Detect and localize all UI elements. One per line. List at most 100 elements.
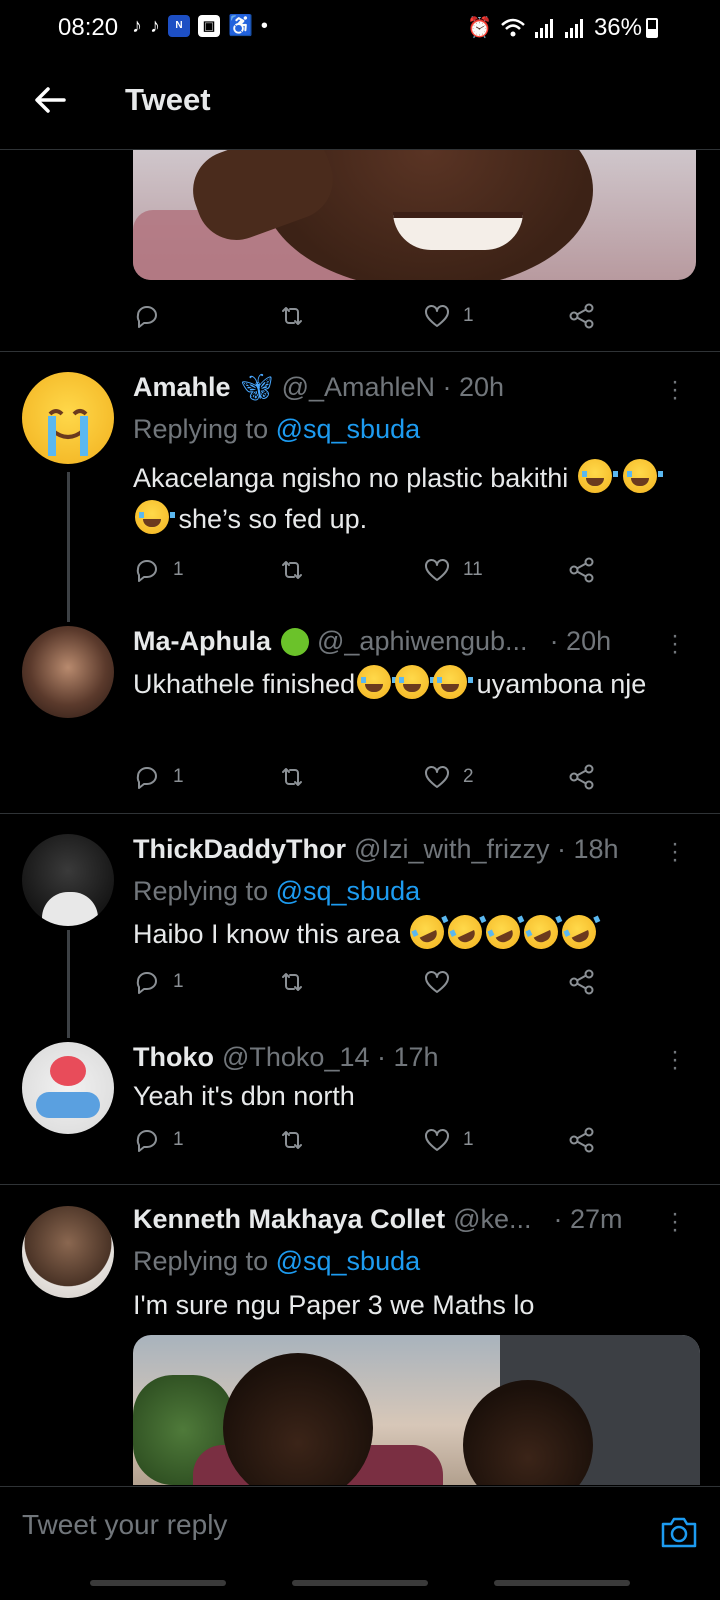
notification-icons: ♪ ♪ N ▣ ♿ •: [132, 14, 268, 38]
reply-icon: [136, 306, 157, 328]
share-button[interactable]: [568, 757, 628, 797]
like-button[interactable]: 1: [423, 296, 568, 336]
tweet-text-part: I'm sure ngu Paper 3 we Maths lo: [133, 1290, 535, 1320]
tweet-header: Thoko @Thoko_14 · 17h: [133, 1042, 660, 1073]
avatar[interactable]: [22, 834, 114, 926]
user-name[interactable]: Ma-Aphula: [133, 626, 271, 657]
top-app-bar: Tweet: [0, 56, 720, 150]
divider: [0, 1184, 720, 1185]
user-handle[interactable]: @ke...: [453, 1204, 531, 1235]
camera-icon[interactable]: [660, 1515, 698, 1549]
accessibility-icon: ♿: [228, 15, 253, 37]
dot-icon: •: [260, 15, 268, 37]
user-name[interactable]: Kenneth Makhaya Collet: [133, 1204, 445, 1235]
user-handle-time[interactable]: @Thoko_14 · 17h: [222, 1042, 439, 1073]
tweet-time: · 20h: [549, 626, 612, 656]
signal-icon: [564, 19, 583, 38]
rofl-emoji-icon: [518, 909, 564, 955]
tweet-media-image[interactable]: [133, 150, 696, 280]
tweet-media-image[interactable]: [133, 1335, 700, 1485]
tweet-text-part: uyambona nje: [476, 669, 647, 699]
tweet-text: I'm sure ngu Paper 3 we Maths lo: [133, 1285, 680, 1326]
share-icon: [569, 303, 594, 329]
page-title: Tweet: [125, 82, 211, 117]
image-shape: [42, 892, 98, 926]
like-button[interactable]: 11: [423, 550, 568, 590]
heart-icon: [425, 971, 449, 993]
replying-to: Replying to @sq_sbuda: [133, 414, 420, 445]
back-arrow-icon[interactable]: [30, 80, 70, 120]
user-handle-time[interactable]: @_AmahleN · 20h: [282, 372, 505, 403]
reply-count: 1: [173, 766, 184, 787]
signal-icon: [534, 19, 553, 38]
gallery-app-icon: ▣: [198, 15, 220, 37]
retweet-button[interactable]: [278, 550, 423, 590]
tweet-text: Haibo I know this area: [133, 909, 680, 955]
user-name[interactable]: ThickDaddyThor: [133, 834, 346, 865]
more-options-icon[interactable]: · · ·: [670, 624, 680, 664]
replying-handle[interactable]: @sq_sbuda: [276, 876, 421, 906]
like-button[interactable]: 1: [423, 1120, 568, 1160]
user-name[interactable]: Thoko: [133, 1042, 214, 1073]
crying-emoji-icon: [623, 459, 664, 493]
share-button[interactable]: [568, 962, 628, 1002]
replying-label: Replying to: [133, 1246, 269, 1276]
share-button[interactable]: [568, 1120, 628, 1160]
retweet-button[interactable]: [278, 757, 423, 797]
like-count: 1: [463, 1129, 474, 1150]
green-apple-emoji-icon: [281, 627, 309, 656]
reply-button[interactable]: 1: [133, 962, 278, 1002]
rofl-emoji-icon: [404, 909, 450, 955]
share-button[interactable]: [568, 550, 628, 590]
avatar[interactable]: [22, 1042, 114, 1134]
avatar[interactable]: [22, 372, 114, 464]
tiktok-icon: ♪: [132, 15, 142, 37]
reply-input[interactable]: Tweet your reply: [22, 1509, 622, 1559]
wifi-icon: [501, 18, 525, 37]
share-icon: [569, 557, 594, 583]
reply-button[interactable]: 1: [133, 757, 278, 797]
like-button[interactable]: [423, 962, 568, 1002]
tweet-actions: 1: [133, 962, 633, 1002]
reply-button[interactable]: 1: [133, 550, 278, 590]
reply-button[interactable]: [133, 296, 278, 336]
more-options-icon[interactable]: · · ·: [670, 1202, 680, 1242]
retweet-button[interactable]: [278, 296, 423, 336]
reply-icon: [136, 767, 157, 789]
like-count: 2: [463, 766, 474, 787]
more-options-icon[interactable]: · · ·: [670, 370, 680, 410]
divider: [0, 813, 720, 814]
retweet-button[interactable]: [278, 1120, 423, 1160]
user-handle[interactable]: @_aphiwengub...: [317, 626, 528, 657]
replying-handle[interactable]: @sq_sbuda: [276, 1246, 421, 1276]
image-shape: [50, 1056, 86, 1086]
retweet-icon: [282, 973, 302, 991]
nav-pill[interactable]: [494, 1580, 630, 1586]
share-button[interactable]: [568, 296, 628, 336]
like-button[interactable]: 2: [423, 757, 568, 797]
tweet-text-part: Akacelanga ngisho no plastic bakithi: [133, 463, 569, 493]
nav-pill[interactable]: [292, 1580, 428, 1586]
reply-icon: [136, 1130, 157, 1152]
like-count: 11: [463, 559, 483, 580]
crying-emoji-icon: [433, 665, 474, 699]
reply-button[interactable]: 1: [133, 1120, 278, 1160]
like-count: 1: [463, 305, 474, 326]
image-shape: [223, 1353, 373, 1485]
more-options-icon[interactable]: · · ·: [670, 832, 680, 872]
butterfly-emoji-icon: 🦋︎: [240, 372, 274, 402]
tweet-text-part: Ukhathele finished: [133, 669, 356, 699]
more-options-icon[interactable]: · · ·: [670, 1040, 680, 1080]
heart-icon: [425, 766, 449, 788]
rofl-emoji-icon: [556, 909, 602, 955]
tweet-time: · 27m: [553, 1204, 623, 1234]
user-name[interactable]: Amahle: [133, 372, 231, 403]
retweet-button[interactable]: [278, 962, 423, 1002]
retweet-icon: [282, 768, 302, 786]
nav-pill[interactable]: [90, 1580, 226, 1586]
tweet-actions: 1 1: [133, 1120, 633, 1160]
avatar[interactable]: [22, 626, 114, 718]
user-handle-time[interactable]: @Izi_with_frizzy · 18h: [354, 834, 619, 865]
avatar[interactable]: [22, 1206, 114, 1298]
replying-handle[interactable]: @sq_sbuda: [276, 414, 421, 444]
